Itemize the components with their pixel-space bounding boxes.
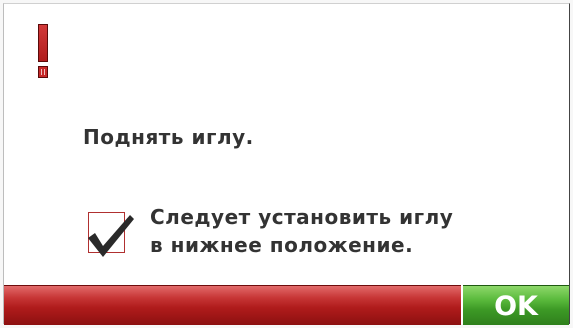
dialog: Поднять иглу. Следует установить иглу в … [3, 3, 570, 325]
checkmark-icon [88, 215, 134, 257]
checkbox-label-line-2: в нижнее положение. [150, 233, 414, 257]
status-bar [4, 285, 461, 325]
checkbox-label-line-1: Следует установить иглу [150, 205, 454, 229]
checkbox-label: Следует установить иглу в нижнее положен… [150, 203, 453, 259]
bottom-bar: OK [4, 285, 569, 325]
warning-icon [38, 24, 48, 80]
message-text: Поднять иглу. [83, 125, 254, 149]
ok-button[interactable]: OK [463, 285, 569, 325]
needle-down-checkbox[interactable] [88, 212, 134, 257]
